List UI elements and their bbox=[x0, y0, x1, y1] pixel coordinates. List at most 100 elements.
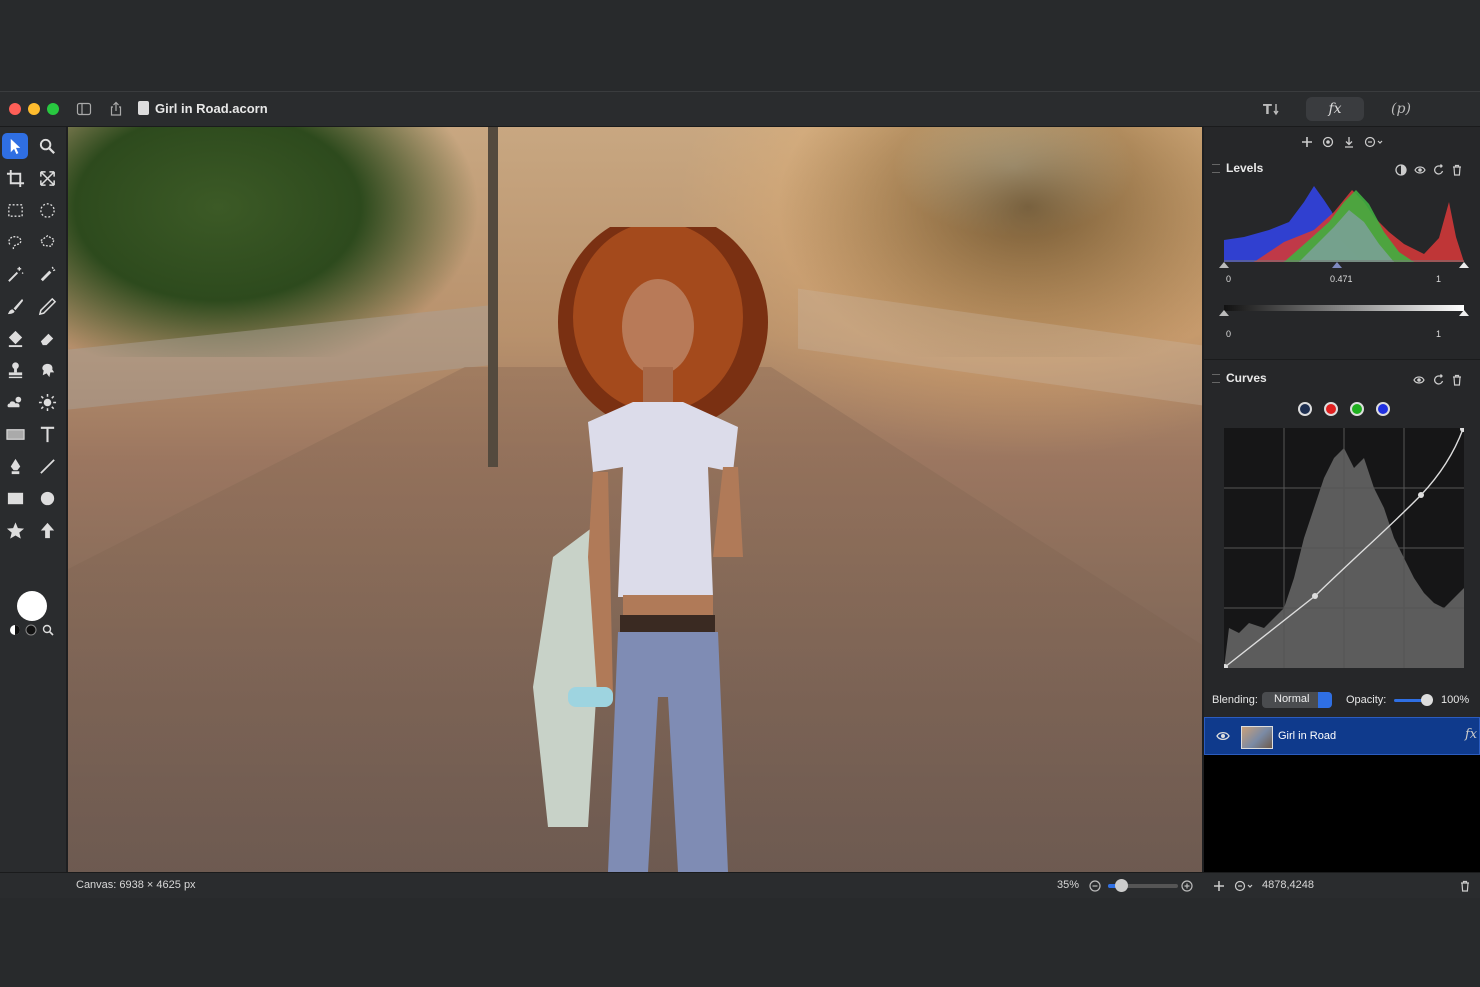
curves-rgb-channel-button[interactable] bbox=[1298, 402, 1312, 416]
smudge-tool[interactable] bbox=[34, 357, 60, 383]
ellipse-select-tool[interactable] bbox=[34, 197, 60, 223]
instant-alpha-tool[interactable] bbox=[34, 261, 60, 287]
polygon-lasso-icon bbox=[39, 234, 55, 247]
arrow-tool[interactable] bbox=[34, 517, 60, 543]
zoom-slider[interactable] bbox=[1108, 879, 1178, 892]
curves-drag-handle[interactable] bbox=[1212, 374, 1220, 383]
move-tool[interactable] bbox=[2, 133, 28, 159]
fill-color-well[interactable] bbox=[17, 591, 47, 621]
levels-white-handle[interactable] bbox=[1459, 262, 1469, 268]
oval-tool[interactable] bbox=[34, 485, 60, 511]
arrow-up-icon bbox=[40, 522, 54, 538]
zoom-in-icon[interactable] bbox=[1181, 880, 1193, 892]
marquee-rect-icon bbox=[7, 203, 23, 217]
layer-row[interactable]: Girl in Road fx bbox=[1204, 717, 1480, 755]
burn-tool[interactable] bbox=[2, 389, 28, 415]
properties-tab[interactable]: (p) bbox=[1372, 97, 1430, 121]
title-bar: Girl in Road.acorn T fx (p) bbox=[0, 92, 1480, 127]
clone-tool[interactable] bbox=[2, 357, 28, 383]
curves-graph[interactable] bbox=[1224, 428, 1464, 668]
image-canvas[interactable] bbox=[68, 127, 1202, 872]
download-icon[interactable] bbox=[1343, 136, 1355, 148]
opacity-slider[interactable] bbox=[1394, 699, 1424, 702]
output-white-handle[interactable] bbox=[1459, 310, 1469, 316]
lasso-icon bbox=[7, 235, 22, 250]
layer-visibility-icon[interactable] bbox=[1216, 730, 1230, 742]
zoom-out-icon[interactable] bbox=[1089, 880, 1101, 892]
output-black-handle[interactable] bbox=[1219, 310, 1229, 316]
curve-point[interactable] bbox=[1312, 593, 1318, 599]
color-picker-icon[interactable] bbox=[42, 624, 54, 636]
pen-tool[interactable] bbox=[2, 453, 28, 479]
levels-black-handle[interactable] bbox=[1219, 262, 1229, 268]
preview-eye-icon[interactable] bbox=[1322, 136, 1334, 148]
window-title: Girl in Road.acorn bbox=[155, 101, 268, 116]
lasso-tool[interactable] bbox=[2, 229, 28, 255]
stroke-color-well[interactable] bbox=[25, 624, 37, 636]
layer-name[interactable]: Girl in Road bbox=[1278, 730, 1336, 742]
layer-thumbnail bbox=[1241, 726, 1273, 749]
shape-tool[interactable] bbox=[2, 421, 28, 447]
levels-reset-icon[interactable] bbox=[1433, 164, 1445, 176]
zoom-level[interactable]: 35% bbox=[1057, 879, 1079, 891]
line-tool[interactable] bbox=[34, 453, 60, 479]
levels-input-slider[interactable] bbox=[1218, 259, 1470, 269]
swap-colors-icon[interactable] bbox=[9, 624, 21, 636]
curves-visibility-icon[interactable] bbox=[1413, 374, 1425, 386]
rect-select-tool[interactable] bbox=[2, 197, 28, 223]
levels-gamma-handle[interactable] bbox=[1332, 262, 1342, 268]
curves-delete-icon[interactable] bbox=[1451, 374, 1463, 386]
delete-layer-icon[interactable] bbox=[1459, 880, 1471, 892]
eraser-tool[interactable] bbox=[34, 325, 60, 351]
add-filter-icon[interactable] bbox=[1301, 136, 1313, 148]
crop-tool[interactable] bbox=[2, 165, 28, 191]
pencil-tool[interactable] bbox=[34, 293, 60, 319]
levels-drag-handle[interactable] bbox=[1212, 164, 1220, 173]
layer-fx-icon[interactable]: fx bbox=[1465, 727, 1477, 742]
levels-input-black-field[interactable]: 0 bbox=[1226, 274, 1231, 285]
curve-point[interactable] bbox=[1460, 428, 1464, 432]
divider bbox=[1204, 359, 1480, 360]
curves-green-channel-button[interactable] bbox=[1350, 402, 1364, 416]
contrast-icon[interactable] bbox=[1395, 164, 1407, 176]
sidebar-toggle-icon[interactable] bbox=[76, 101, 92, 117]
brush-tool[interactable] bbox=[2, 293, 28, 319]
more-options-icon[interactable] bbox=[1364, 136, 1384, 148]
filters-tab[interactable]: fx bbox=[1306, 97, 1364, 121]
document-icon bbox=[138, 101, 149, 115]
close-window-button[interactable] bbox=[9, 103, 21, 115]
dodge-tool[interactable] bbox=[34, 389, 60, 415]
levels-visibility-icon[interactable] bbox=[1414, 164, 1426, 176]
share-icon[interactable] bbox=[108, 101, 124, 117]
levels-output-black-field[interactable]: 0 bbox=[1226, 329, 1231, 340]
magic-wand-tool[interactable] bbox=[2, 261, 28, 287]
curves-blue-channel-button[interactable] bbox=[1376, 402, 1390, 416]
minimize-window-button[interactable] bbox=[28, 103, 40, 115]
levels-delete-icon[interactable] bbox=[1451, 164, 1463, 176]
levels-output-white-field[interactable]: 1 bbox=[1436, 329, 1441, 340]
inspector-panel: Levels 0 0.471 1 0 1 Curves Blending: No… bbox=[1204, 127, 1480, 872]
levels-output-slider[interactable] bbox=[1218, 309, 1470, 319]
blending-row: Blending: Normal Opacity: 100% bbox=[1204, 688, 1480, 714]
transform-tool[interactable] bbox=[34, 165, 60, 191]
opacity-slider-knob[interactable] bbox=[1421, 694, 1433, 706]
levels-input-white-field[interactable]: 1 bbox=[1436, 274, 1441, 285]
zoom-slider-knob[interactable] bbox=[1114, 879, 1128, 892]
blending-select[interactable]: Normal bbox=[1262, 692, 1332, 708]
opacity-value[interactable]: 100% bbox=[1441, 694, 1469, 706]
text-tool[interactable] bbox=[34, 421, 60, 447]
layer-options-icon[interactable] bbox=[1234, 880, 1254, 892]
paint-bucket-tool[interactable] bbox=[2, 325, 28, 351]
polygon-lasso-tool[interactable] bbox=[34, 229, 60, 255]
levels-gamma-field[interactable]: 0.471 bbox=[1330, 274, 1353, 285]
curve-point[interactable] bbox=[1418, 492, 1424, 498]
curves-red-channel-button[interactable] bbox=[1324, 402, 1338, 416]
star-tool[interactable] bbox=[2, 517, 28, 543]
zoom-tool[interactable] bbox=[34, 133, 60, 159]
curves-reset-icon[interactable] bbox=[1433, 374, 1445, 386]
add-layer-icon[interactable] bbox=[1213, 880, 1225, 892]
zoom-window-button[interactable] bbox=[47, 103, 59, 115]
layers-list-empty-area bbox=[1204, 755, 1480, 872]
tools-palette-icon[interactable]: T bbox=[1262, 101, 1284, 117]
rectangle-tool[interactable] bbox=[2, 485, 28, 511]
